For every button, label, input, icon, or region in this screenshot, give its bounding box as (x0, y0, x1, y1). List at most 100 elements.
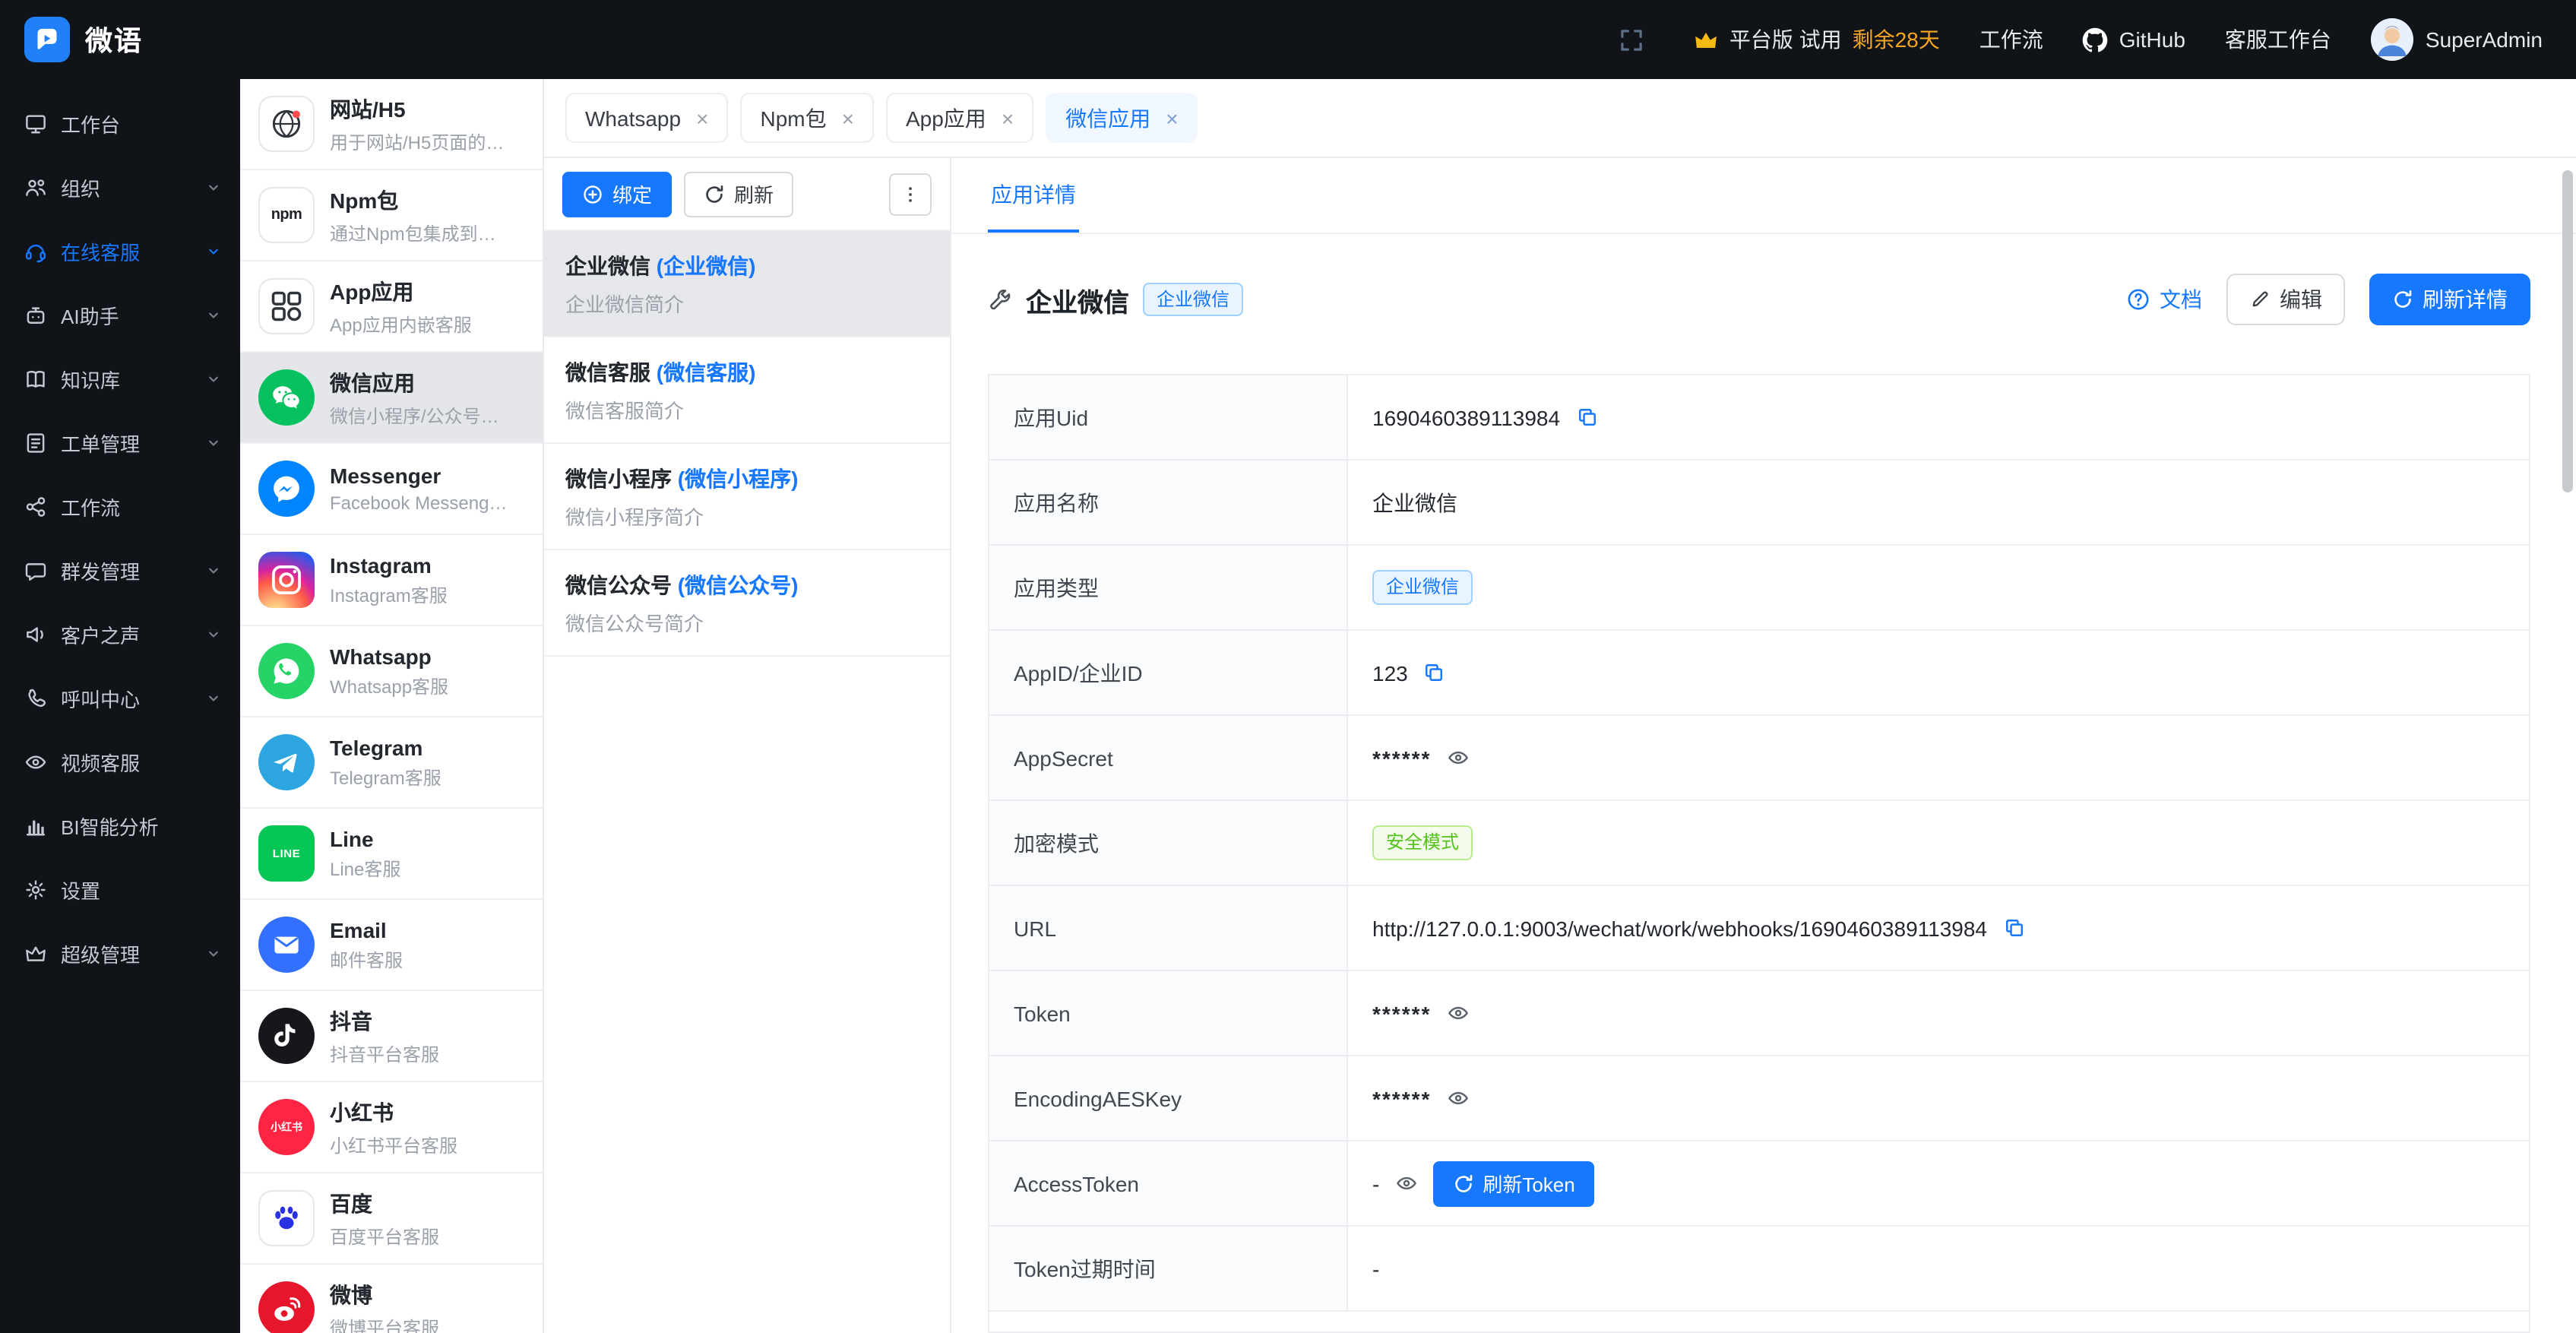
channel-item-app[interactable]: App应用App应用内嵌客服 (240, 261, 543, 353)
agent-workbench-link[interactable]: 客服工作台 (2225, 24, 2331, 55)
tab-app[interactable]: App应用× (886, 93, 1033, 143)
user-menu[interactable]: SuperAdmin (2371, 18, 2543, 61)
topbar-workflow-link[interactable]: 工作流 (1979, 24, 2043, 55)
top-bar: 微语 平台版 试用 剩余28天 工作流 GitHub 客服工作台 (0, 0, 2576, 79)
tab-close-icon[interactable]: × (842, 107, 854, 128)
sidebar-item-bi-analytics[interactable]: BI智能分析 (0, 793, 240, 857)
detail-label: AppID/企业ID (989, 631, 1348, 714)
chevron-down-icon (205, 242, 222, 259)
detail-row-url: URLhttp://127.0.0.1:9003/wechat/work/web… (989, 886, 2529, 971)
edit-button[interactable]: 编辑 (2226, 274, 2345, 325)
app-name: 微信小程序 (565, 466, 672, 490)
logo-text: 微语 (85, 20, 143, 59)
sidebar-item-label: 组织 (61, 173, 100, 201)
channel-item-whatsapp[interactable]: WhatsappWhatsapp客服 (240, 626, 543, 717)
channel-item-email[interactable]: Email邮件客服 (240, 900, 543, 991)
app-list-item-wxkf[interactable]: 微信客服 (微信客服)微信客服简介 (544, 337, 950, 444)
wrench-icon (988, 287, 1012, 312)
video-icon (24, 750, 47, 773)
eye-icon[interactable] (1446, 1002, 1469, 1024)
sidebar-item-online-service[interactable]: 在线客服 (0, 219, 240, 283)
channel-item-website[interactable]: 网站/H5用于网站/H5页面的… (240, 79, 543, 170)
channel-desc: 微博平台客服 (330, 1314, 439, 1333)
tab-wechat[interactable]: 微信应用× (1046, 93, 1198, 143)
scrollbar[interactable] (2562, 170, 2573, 492)
tab-close-icon[interactable]: × (696, 107, 708, 128)
refresh-token-button[interactable]: 刷新Token (1432, 1160, 1594, 1206)
channel-item-wechat[interactable]: 微信应用微信小程序/公众号… (240, 353, 543, 444)
tab-bar: Whatsapp×Npm包×App应用× 微信应用× (544, 79, 2576, 158)
github-link[interactable]: GitHub (2083, 27, 2185, 52)
copy-icon[interactable] (1423, 661, 1446, 684)
refresh-button[interactable]: 刷新 (684, 171, 793, 217)
app-list-item-qywx[interactable]: 企业微信 (企业微信)企业微信简介 (544, 231, 950, 337)
sidebar-item-label: AI助手 (61, 300, 119, 329)
channel-name: 网站/H5 (330, 93, 504, 124)
channel-item-weibo[interactable]: 微博微博平台客服 (240, 1265, 543, 1333)
refresh-detail-button[interactable]: 刷新详情 (2369, 274, 2530, 325)
channel-item-telegram[interactable]: TelegramTelegram客服 (240, 717, 543, 809)
sidebar-item-super-admin[interactable]: 超级管理 (0, 921, 240, 985)
sidebar-item-voice-of-customer[interactable]: 客户之声 (0, 602, 240, 666)
sidebar-item-settings[interactable]: 设置 (0, 857, 240, 921)
detail-title: 企业微信 (1026, 280, 1129, 318)
sidebar-item-workbench[interactable]: 工作台 (0, 91, 240, 155)
detail-value: ****** (1372, 1001, 1431, 1025)
detail-row-appid: AppID/企业ID123 (989, 631, 2529, 716)
tab-npm[interactable]: Npm包× (740, 93, 874, 143)
copy-icon[interactable] (1575, 406, 1598, 429)
trial-info[interactable]: 平台版 试用 剩余28天 (1693, 24, 1940, 55)
page-body: 工作台组织在线客服 AI助手知识库工单管理工作流群发管理客户之声呼叫中心视频客服 B… (0, 79, 2576, 1333)
channel-name: Telegram (330, 735, 441, 759)
sidebar-item-broadcast-management[interactable]: 群发管理 (0, 538, 240, 602)
app-list-toolbar: 绑定 刷新 (544, 158, 950, 231)
channel-item-messenger[interactable]: MessengerFacebook Messeng… (240, 444, 543, 535)
detail-value: ****** (1372, 746, 1431, 770)
channel-item-npm[interactable]: npmNpm包通过Npm包集成到… (240, 170, 543, 261)
sidebar-item-organization[interactable]: 组织 (0, 155, 240, 219)
website-icon (258, 96, 315, 152)
detail-label: AppSecret (989, 716, 1348, 799)
sidebar-item-ai-assistant[interactable]: AI助手 (0, 283, 240, 347)
app-logo[interactable]: 微语 (24, 17, 143, 62)
eye-icon[interactable] (1394, 1172, 1417, 1195)
sidebar-item-ticket-management[interactable]: 工单管理 (0, 410, 240, 474)
headset-icon (24, 239, 47, 262)
sidebar-item-video-service[interactable]: 视频客服 (0, 730, 240, 793)
tab-close-icon[interactable]: × (1166, 107, 1178, 128)
app-list-item-wx-mp[interactable]: 微信公众号 (微信公众号)微信公众号简介 (544, 550, 950, 657)
doc-link[interactable]: 文档 (2126, 284, 2202, 315)
bind-button[interactable]: 绑定 (562, 171, 672, 217)
detail-row-access-token: AccessToken-刷新Token (989, 1141, 2529, 1227)
channel-item-douyin[interactable]: 抖音抖音平台客服 (240, 991, 543, 1082)
app-list-item-wx-mini[interactable]: 微信小程序 (微信小程序)微信小程序简介 (544, 444, 950, 550)
weibo-icon (258, 1281, 315, 1333)
eye-icon[interactable] (1446, 746, 1469, 769)
pencil-icon (2249, 289, 2271, 310)
detail-value: - (1372, 1171, 1379, 1195)
channel-item-line[interactable]: LINELineLine客服 (240, 809, 543, 900)
app-list-panel: 绑定 刷新 企业微信 (企业微信)企业微信简介微信客服 (微信客服)微信客服简介… (544, 158, 951, 1333)
sidebar-item-label: 呼叫中心 (61, 683, 140, 712)
app-name: 微信客服 (565, 359, 650, 384)
tab-close-icon[interactable]: × (1002, 107, 1014, 128)
fullscreen-icon[interactable] (1619, 27, 1644, 52)
chevron-down-icon (205, 306, 222, 323)
channel-item-xiaohongshu[interactable]: 小红书小红书小红书平台客服 (240, 1082, 543, 1173)
sidebar-item-workflow[interactable]: 工作流 (0, 474, 240, 538)
detail-row-type: 应用类型企业微信 (989, 546, 2529, 631)
channel-item-instagram[interactable]: InstagramInstagram客服 (240, 535, 543, 626)
tab-app-detail[interactable]: 应用详情 (988, 158, 1079, 233)
robot-icon (24, 303, 47, 326)
sidebar-item-label: 视频客服 (61, 747, 140, 776)
chevron-down-icon (205, 562, 222, 578)
tab-whatsapp[interactable]: Whatsapp× (565, 93, 728, 143)
channel-item-baidu[interactable]: 百度百度平台客服 (240, 1173, 543, 1265)
trial-plan: 平台版 试用 (1729, 24, 1842, 55)
eye-icon[interactable] (1446, 1087, 1469, 1110)
copy-icon[interactable] (2002, 917, 2025, 939)
detail-label: 加密模式 (989, 801, 1348, 885)
sidebar-item-call-center[interactable]: 呼叫中心 (0, 666, 240, 730)
more-button[interactable] (889, 173, 932, 215)
sidebar-item-knowledge-base[interactable]: 知识库 (0, 347, 240, 410)
